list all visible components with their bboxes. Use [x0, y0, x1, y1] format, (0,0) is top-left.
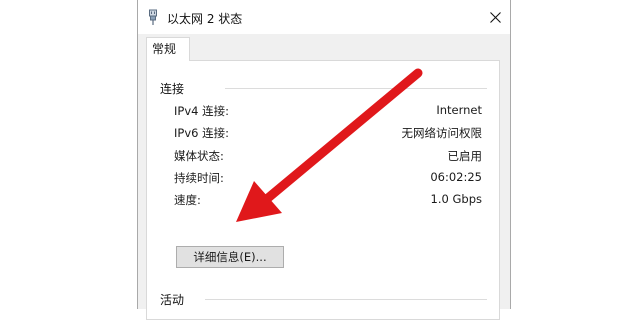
ipv6-value: 无网络访问权限: [401, 126, 483, 140]
activity-group-label: 活动: [160, 293, 185, 307]
ipv4-label: IPv4 连接:: [174, 104, 229, 118]
activity-group-divider: [205, 299, 487, 300]
network-adapter-icon: [149, 9, 157, 25]
title-bar: 以太网 2 状态: [138, 0, 510, 34]
tab-general[interactable]: 常规: [146, 37, 190, 61]
ipv4-value: Internet: [436, 103, 482, 117]
speed-value: 1.0 Gbps: [430, 192, 482, 206]
dialog-body: 常规 连接 IPv4 连接: Internet IPv6 连接: 无网络访问权限…: [138, 34, 510, 320]
close-button[interactable]: [480, 0, 510, 34]
connection-group-divider: [225, 88, 487, 89]
duration-label: 持续时间:: [174, 171, 224, 185]
ipv6-label: IPv6 连接:: [174, 126, 229, 140]
connection-group-label: 连接: [160, 82, 185, 96]
media-state-label: 媒体状态:: [174, 149, 224, 163]
details-button[interactable]: 详细信息(E)...: [176, 246, 284, 268]
duration-value: 06:02:25: [430, 170, 482, 184]
media-state-value: 已启用: [447, 149, 483, 163]
close-icon: [489, 11, 501, 23]
general-panel: 连接 IPv4 连接: Internet IPv6 连接: 无网络访问权限 媒体…: [146, 60, 500, 320]
speed-label: 速度:: [174, 193, 201, 207]
status-dialog: 以太网 2 状态 常规 连接 IPv4 连接: Internet IPv6 连接…: [137, 0, 511, 320]
window-title: 以太网 2 状态: [167, 12, 243, 26]
